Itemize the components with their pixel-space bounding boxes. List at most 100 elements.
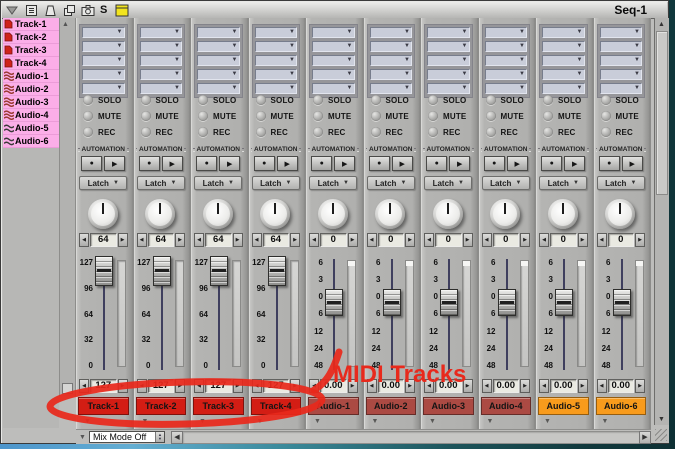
solo-button[interactable] bbox=[543, 95, 553, 105]
insert-popup[interactable]: ▼ bbox=[600, 41, 643, 52]
insert-popup[interactable]: ▼ bbox=[255, 41, 298, 52]
pan-increment-button[interactable]: ▶ bbox=[290, 233, 300, 247]
rec-button[interactable] bbox=[141, 127, 151, 137]
fader-increment-button[interactable]: ▶ bbox=[348, 379, 358, 393]
fader-value[interactable]: 0.00 bbox=[493, 379, 520, 393]
insert-popup[interactable]: ▼ bbox=[140, 41, 183, 52]
pan-knob[interactable] bbox=[548, 199, 578, 229]
fader-handle[interactable] bbox=[153, 256, 171, 286]
rec-button[interactable] bbox=[256, 127, 266, 137]
event-list-icon[interactable] bbox=[24, 4, 38, 17]
automation-play-button[interactable]: ▶ bbox=[564, 156, 585, 171]
fader-value[interactable]: 0.00 bbox=[608, 379, 635, 393]
fader-increment-button[interactable]: ▶ bbox=[635, 379, 645, 393]
insert-popup[interactable]: ▼ bbox=[370, 41, 413, 52]
scroll-up-icon[interactable]: ▲ bbox=[62, 21, 69, 28]
fader-decrement-button[interactable]: ◀ bbox=[424, 379, 434, 393]
pan-knob[interactable] bbox=[433, 199, 463, 229]
insert-popup[interactable]: ▼ bbox=[312, 41, 355, 52]
fader-value[interactable]: 127 bbox=[205, 379, 232, 393]
fader-increment-button[interactable]: ▶ bbox=[175, 379, 185, 393]
track-name-label[interactable]: Audio-1 bbox=[308, 397, 359, 415]
track-name-label[interactable]: Track-4 bbox=[251, 397, 302, 415]
title-bar[interactable]: S Seq-1 bbox=[2, 2, 667, 19]
fader-handle[interactable] bbox=[613, 289, 631, 316]
pan-decrement-button[interactable]: ◀ bbox=[424, 233, 434, 247]
fader-handle[interactable] bbox=[498, 289, 516, 316]
solo-button[interactable] bbox=[601, 95, 611, 105]
fader-decrement-button[interactable]: ◀ bbox=[309, 379, 319, 393]
automation-play-button[interactable]: ▶ bbox=[277, 156, 298, 171]
fader-increment-button[interactable]: ▶ bbox=[405, 379, 415, 393]
scroll-left-icon[interactable]: ◀ bbox=[171, 431, 183, 444]
mute-button[interactable] bbox=[198, 111, 208, 121]
pan-value[interactable]: 0 bbox=[378, 233, 405, 247]
mute-button[interactable] bbox=[371, 111, 381, 121]
pan-decrement-button[interactable]: ◀ bbox=[539, 233, 549, 247]
pan-knob[interactable] bbox=[605, 199, 635, 229]
automation-record-button[interactable]: ● bbox=[196, 156, 217, 171]
automation-record-button[interactable]: ● bbox=[426, 156, 447, 171]
insert-popup[interactable]: ▼ bbox=[197, 41, 240, 52]
scroll-down-icon[interactable]: ▼ bbox=[658, 416, 665, 423]
insert-popup[interactable]: ▼ bbox=[427, 55, 470, 66]
track-list-scrollbar[interactable]: ▲ bbox=[59, 18, 76, 396]
rec-button[interactable] bbox=[428, 127, 438, 137]
automation-mode-select[interactable]: Latch ▼ bbox=[367, 176, 415, 190]
sidebar-track-row[interactable]: Audio-1 bbox=[3, 70, 59, 83]
insert-popup[interactable]: ▼ bbox=[600, 69, 643, 80]
fader-decrement-button[interactable]: ◀ bbox=[137, 379, 147, 393]
fader-value[interactable]: 0.00 bbox=[550, 379, 577, 393]
solo-button[interactable] bbox=[198, 95, 208, 105]
resize-grip[interactable] bbox=[655, 429, 667, 441]
automation-mode-select[interactable]: Latch ▼ bbox=[597, 176, 645, 190]
automation-play-button[interactable]: ▶ bbox=[392, 156, 413, 171]
insert-popup[interactable]: ▼ bbox=[82, 41, 125, 52]
mute-button[interactable] bbox=[428, 111, 438, 121]
track-name-label[interactable]: Audio-4 bbox=[481, 397, 532, 415]
automation-mode-select[interactable]: Latch ▼ bbox=[309, 176, 357, 190]
fader-decrement-button[interactable]: ◀ bbox=[194, 379, 204, 393]
insert-popup[interactable]: ▼ bbox=[312, 27, 355, 38]
pan-decrement-button[interactable]: ◀ bbox=[482, 233, 492, 247]
mute-button[interactable] bbox=[543, 111, 553, 121]
insert-popup[interactable]: ▼ bbox=[140, 69, 183, 80]
insert-popup[interactable]: ▼ bbox=[600, 55, 643, 66]
pan-decrement-button[interactable]: ◀ bbox=[252, 233, 262, 247]
automation-play-button[interactable]: ▶ bbox=[449, 156, 470, 171]
track-select-icon[interactable]: ▼ bbox=[602, 418, 609, 425]
sidebar-track-row[interactable]: Track-4 bbox=[3, 57, 59, 70]
insert-popup[interactable]: ▼ bbox=[427, 69, 470, 80]
scroll-up-icon[interactable]: ▲ bbox=[658, 21, 665, 28]
automation-mode-select[interactable]: Latch ▼ bbox=[252, 176, 300, 190]
mute-button[interactable] bbox=[486, 111, 496, 121]
pan-value[interactable]: 64 bbox=[263, 233, 290, 247]
track-name-label[interactable]: Track-2 bbox=[136, 397, 187, 415]
track-select-icon[interactable]: ▼ bbox=[84, 418, 91, 425]
rec-button[interactable] bbox=[371, 127, 381, 137]
track-name-label[interactable]: Audio-5 bbox=[538, 397, 589, 415]
pan-value[interactable]: 0 bbox=[550, 233, 577, 247]
mute-button[interactable] bbox=[83, 111, 93, 121]
fader-decrement-button[interactable]: ◀ bbox=[482, 379, 492, 393]
fader-value[interactable]: 0.00 bbox=[378, 379, 405, 393]
fader-increment-button[interactable]: ▶ bbox=[290, 379, 300, 393]
fader-decrement-button[interactable]: ◀ bbox=[597, 379, 607, 393]
automation-record-button[interactable]: ● bbox=[81, 156, 102, 171]
pan-increment-button[interactable]: ▶ bbox=[520, 233, 530, 247]
automation-play-button[interactable]: ▶ bbox=[219, 156, 240, 171]
insert-popup[interactable]: ▼ bbox=[485, 27, 528, 38]
automation-play-button[interactable]: ▶ bbox=[622, 156, 643, 171]
automation-record-button[interactable]: ● bbox=[254, 156, 275, 171]
insert-popup[interactable]: ▼ bbox=[370, 55, 413, 66]
automation-record-button[interactable]: ● bbox=[541, 156, 562, 171]
insert-popup[interactable]: ▼ bbox=[312, 55, 355, 66]
rec-button[interactable] bbox=[601, 127, 611, 137]
mute-button[interactable] bbox=[256, 111, 266, 121]
pan-value[interactable]: 0 bbox=[320, 233, 347, 247]
track-select-icon[interactable]: ▼ bbox=[429, 418, 436, 425]
automation-play-button[interactable]: ▶ bbox=[507, 156, 528, 171]
horizontal-scroll-track[interactable] bbox=[183, 431, 639, 444]
solo-mode-button[interactable]: S bbox=[100, 4, 110, 16]
rec-button[interactable] bbox=[543, 127, 553, 137]
